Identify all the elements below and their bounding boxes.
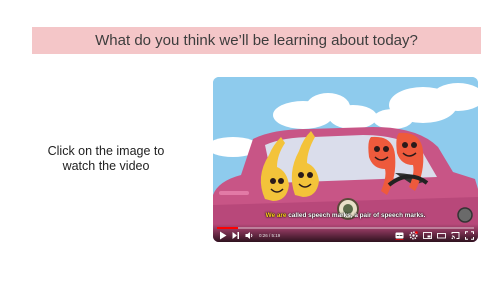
play-button[interactable]: [219, 231, 227, 240]
progress-fill: [217, 227, 238, 229]
subtitle-rest: called speech marks, a pair of speech ma…: [286, 212, 426, 219]
slide-title: What do you think we’ll be learning abou…: [95, 32, 418, 49]
volume-icon: [245, 232, 253, 239]
slide: What do you think we’ll be learning abou…: [0, 0, 500, 282]
progress-bar[interactable]: [217, 227, 474, 229]
subtitles-icon: [395, 232, 404, 240]
settings-icon: [409, 231, 418, 240]
player-controls: 0:26 / 5:19: [213, 224, 478, 242]
fullscreen-icon: [465, 231, 474, 240]
settings-button[interactable]: [409, 231, 418, 240]
theater-button[interactable]: [437, 231, 446, 240]
cast-button[interactable]: [451, 231, 460, 240]
subtitles-button[interactable]: [395, 231, 404, 240]
video-thumbnail[interactable]: We are called speech marks, a pair of sp…: [213, 77, 478, 242]
instruction-text: Click on the image to watch the video: [47, 144, 165, 173]
fullscreen-button[interactable]: [465, 231, 474, 240]
subtitle-highlight: We are: [265, 212, 287, 219]
video-subtitle: We are called speech marks, a pair of sp…: [213, 212, 478, 219]
miniplayer-icon: [423, 232, 432, 239]
next-icon: [232, 232, 239, 239]
theater-icon: [437, 233, 446, 239]
next-button[interactable]: [232, 231, 240, 240]
miniplayer-button[interactable]: [423, 231, 432, 240]
cast-icon: [451, 232, 460, 240]
title-banner: What do you think we’ll be learning abou…: [32, 27, 481, 54]
time-display: 0:26 / 5:19: [259, 233, 281, 238]
play-icon: [220, 231, 227, 240]
volume-button[interactable]: [245, 231, 254, 240]
